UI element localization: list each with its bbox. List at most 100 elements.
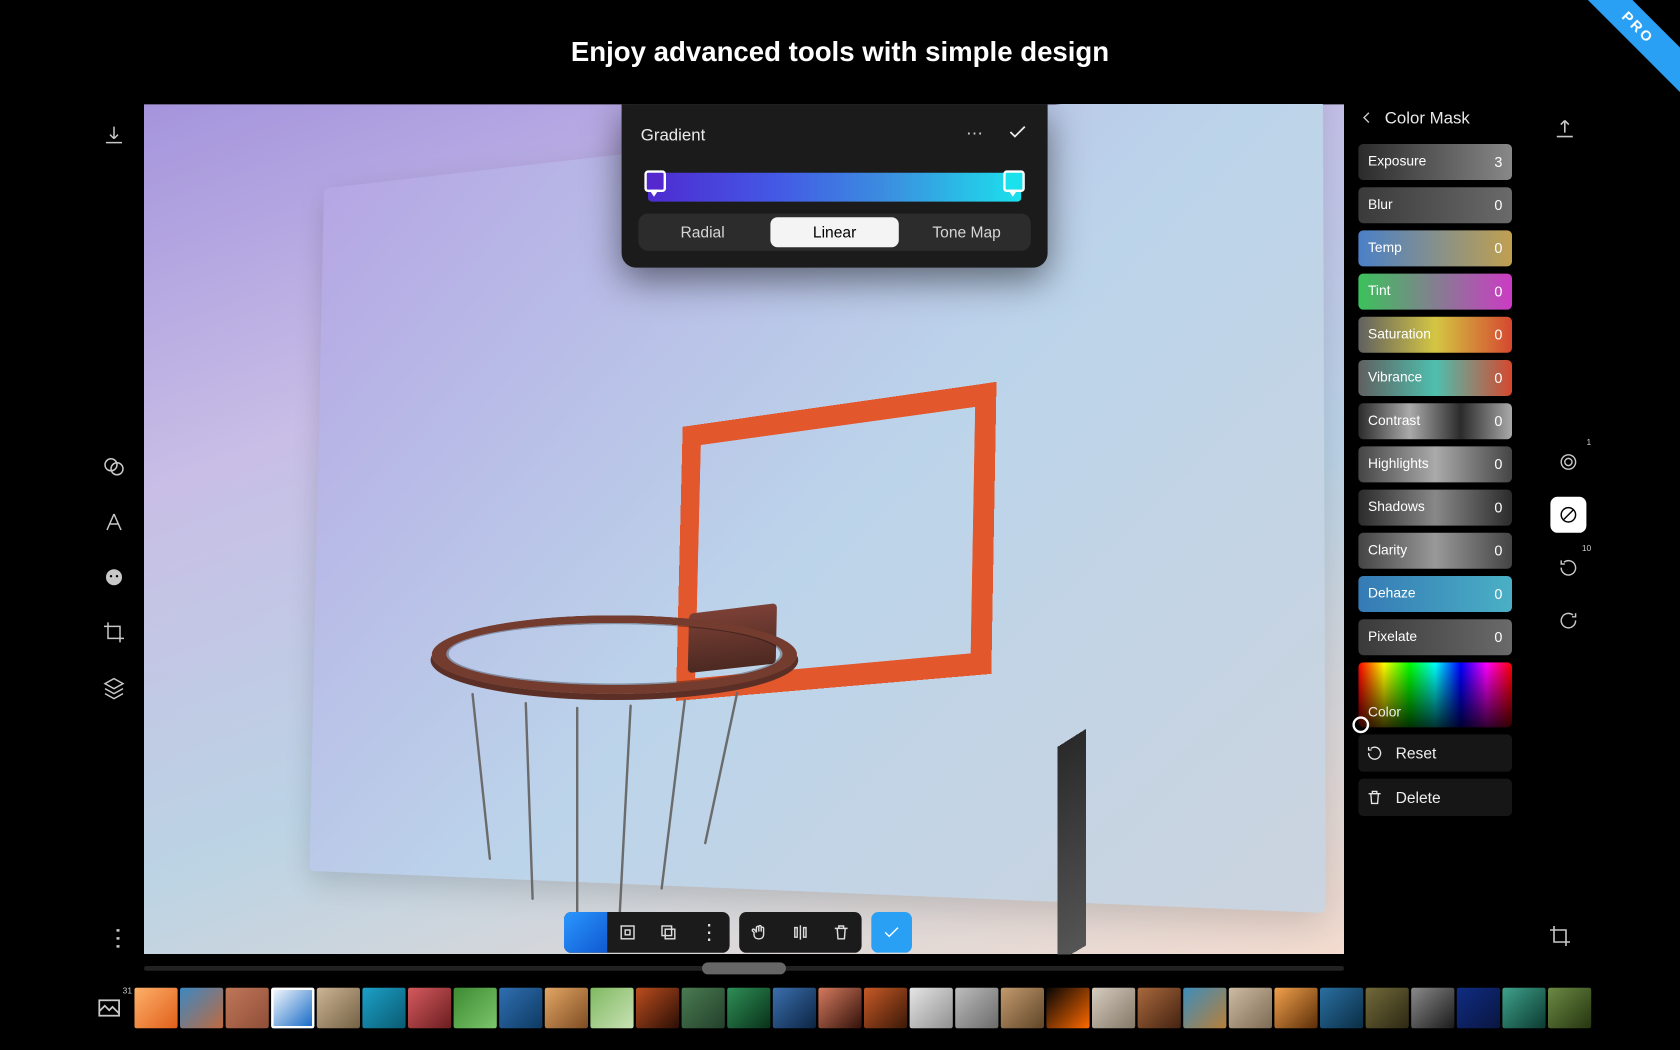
thumbnail-item[interactable] <box>1229 988 1272 1029</box>
layers-tool-icon[interactable] <box>92 666 135 709</box>
share-button[interactable] <box>1553 118 1577 148</box>
gradient-tab-radial[interactable]: Radial <box>638 214 766 251</box>
slider-pixelate[interactable]: Pixelate 0 <box>1358 619 1512 655</box>
gradient-stop-right[interactable] <box>1003 170 1025 192</box>
thumbnail-item[interactable] <box>1274 988 1317 1029</box>
slider-tint[interactable]: Tint 0 <box>1358 274 1512 310</box>
toolbar-more-button[interactable]: ⋮ <box>689 912 730 953</box>
color-mask-back-button[interactable]: Color Mask <box>1358 108 1512 127</box>
gradient-panel: Gradient ⋯ Radial Linear Tone Map <box>622 104 1048 267</box>
crop-tool-icon[interactable] <box>92 611 135 654</box>
slider-blur-value: 0 <box>1494 197 1502 214</box>
thumbnail-item[interactable] <box>1046 988 1089 1029</box>
text-tool-icon[interactable] <box>92 500 135 543</box>
thumbnail-item[interactable] <box>910 988 953 1029</box>
thumbnail-item[interactable] <box>408 988 451 1029</box>
trash-button[interactable] <box>821 912 862 953</box>
thumbnail-item[interactable] <box>226 988 269 1029</box>
thumbnail-item[interactable] <box>590 988 633 1029</box>
more-menu-button[interactable]: ⋯ <box>103 926 133 951</box>
thumbnail-item[interactable] <box>454 988 497 1029</box>
gradient-stop-left[interactable] <box>644 170 666 192</box>
thumbnail-item[interactable] <box>1548 988 1591 1029</box>
undo-tool-icon[interactable] <box>1550 602 1586 638</box>
compare-button[interactable] <box>1548 924 1572 954</box>
thumbnail-item[interactable] <box>1183 988 1226 1029</box>
mask-tool-icon[interactable] <box>1550 497 1586 533</box>
thumbnail-item[interactable] <box>636 988 679 1029</box>
gradient-bar[interactable] <box>648 173 1021 202</box>
thumbnail-item[interactable] <box>864 988 907 1029</box>
apply-button[interactable] <box>871 912 912 953</box>
slider-blur[interactable]: Blur 0 <box>1358 187 1512 223</box>
slider-saturation-label: Saturation <box>1368 328 1431 342</box>
color-picker-handle[interactable] <box>1352 716 1369 733</box>
slider-shadows[interactable]: Shadows 0 <box>1358 490 1512 526</box>
thumbnail-item[interactable] <box>1502 988 1545 1029</box>
gradient-confirm-button[interactable] <box>1007 121 1029 146</box>
gradient-tab-tonemap[interactable]: Tone Map <box>902 214 1030 251</box>
aspect-toggle-button[interactable] <box>607 912 648 953</box>
thumbnail-item[interactable] <box>180 988 223 1029</box>
gradient-preview-chip[interactable] <box>564 912 607 953</box>
timeline-scrubber-handle[interactable] <box>702 962 786 974</box>
slider-contrast[interactable]: Contrast 0 <box>1358 403 1512 439</box>
download-button[interactable] <box>92 114 135 157</box>
thumbnail-item[interactable] <box>1457 988 1500 1029</box>
face-tool-icon[interactable] <box>92 556 135 599</box>
thumbnail-item[interactable] <box>499 988 542 1029</box>
thumbnail-item[interactable] <box>1320 988 1363 1029</box>
slider-highlights-label: Highlights <box>1368 457 1429 471</box>
thumbnail-item[interactable] <box>955 988 998 1029</box>
pan-tool-button[interactable] <box>739 912 780 953</box>
record-tool-icon[interactable]: 1 <box>1550 444 1586 480</box>
gradient-panel-title: Gradient <box>641 124 705 143</box>
gradient-more-button[interactable]: ⋯ <box>966 124 983 144</box>
delete-button-label: Delete <box>1396 788 1441 806</box>
thumbnail-item[interactable] <box>682 988 725 1029</box>
slider-shadows-label: Shadows <box>1368 500 1425 514</box>
right-tool-column: 1 10 <box>1550 444 1586 638</box>
slider-saturation[interactable]: Saturation 0 <box>1358 317 1512 353</box>
thumbnail-item[interactable] <box>1411 988 1454 1029</box>
mirror-tool-button[interactable] <box>780 912 821 953</box>
thumbnail-item[interactable] <box>271 988 314 1029</box>
slider-clarity[interactable]: Clarity 0 <box>1358 533 1512 569</box>
slider-temp-label: Temp <box>1368 241 1402 255</box>
thumbnail-item[interactable] <box>1138 988 1181 1029</box>
thumbnail-item[interactable] <box>727 988 770 1029</box>
slider-exposure-label: Exposure <box>1368 155 1426 169</box>
thumbnail-item[interactable] <box>134 988 177 1029</box>
thumbnail-item[interactable] <box>545 988 588 1029</box>
reset-button[interactable]: Reset <box>1358 734 1512 771</box>
thumbnail-strip: 31 <box>84 984 1596 1032</box>
timeline-scrubber[interactable] <box>144 966 1344 971</box>
thumbnail-item[interactable] <box>362 988 405 1029</box>
slider-dehaze[interactable]: Dehaze 0 <box>1358 576 1512 612</box>
slider-temp[interactable]: Temp 0 <box>1358 230 1512 266</box>
slider-pixelate-value: 0 <box>1494 629 1502 646</box>
history-tool-icon[interactable]: 10 <box>1550 550 1586 586</box>
slider-contrast-value: 0 <box>1494 413 1502 430</box>
gallery-button[interactable]: 31 <box>84 988 134 1029</box>
thumbnail-item[interactable] <box>1001 988 1044 1029</box>
adjust-tool-icon[interactable] <box>92 445 135 488</box>
slider-highlights[interactable]: Highlights 0 <box>1358 446 1512 482</box>
gradient-tab-linear[interactable]: Linear <box>770 217 898 247</box>
marketing-tagline: Enjoy advanced tools with simple design <box>0 36 1680 68</box>
thumbnail-item[interactable] <box>1366 988 1409 1029</box>
slider-tint-value: 0 <box>1494 283 1502 300</box>
thumbnail-item[interactable] <box>773 988 816 1029</box>
slider-exposure[interactable]: Exposure 3 <box>1358 144 1512 180</box>
copy-mask-button[interactable] <box>648 912 689 953</box>
thumbnail-item[interactable] <box>818 988 861 1029</box>
color-picker[interactable]: Color <box>1358 662 1512 727</box>
thumbnail-item[interactable] <box>317 988 360 1029</box>
delete-button[interactable]: Delete <box>1358 779 1512 816</box>
slider-dehaze-label: Dehaze <box>1368 587 1416 601</box>
slider-vibrance[interactable]: Vibrance 0 <box>1358 360 1512 396</box>
thumbnail-item[interactable] <box>1092 988 1135 1029</box>
slider-temp-value: 0 <box>1494 240 1502 257</box>
slider-clarity-value: 0 <box>1494 542 1502 559</box>
color-picker-label: Color <box>1368 706 1401 720</box>
